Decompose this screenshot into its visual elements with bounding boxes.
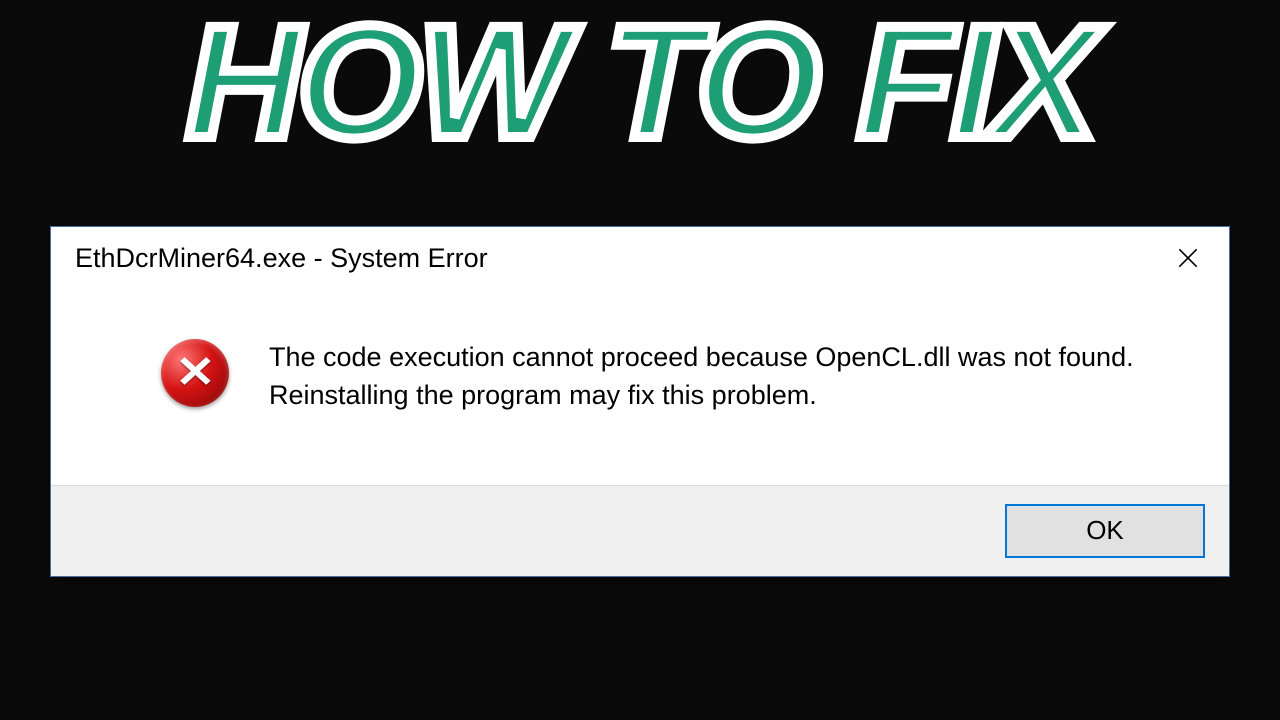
close-button[interactable] [1165, 235, 1211, 281]
dialog-button-bar: OK [51, 485, 1229, 576]
ok-button[interactable]: OK [1005, 504, 1205, 558]
error-dialog: EthDcrMiner64.exe - System Error ✕ The c… [50, 226, 1230, 577]
dialog-title: EthDcrMiner64.exe - System Error [75, 243, 488, 274]
dialog-titlebar: EthDcrMiner64.exe - System Error [51, 227, 1229, 289]
error-message: The code execution cannot proceed becaus… [269, 339, 1149, 415]
thumbnail-title: HOW TO FIX [186, 0, 1094, 174]
close-icon [1175, 245, 1201, 271]
dialog-content: ✕ The code execution cannot proceed beca… [51, 289, 1229, 485]
error-icon: ✕ [161, 339, 229, 407]
